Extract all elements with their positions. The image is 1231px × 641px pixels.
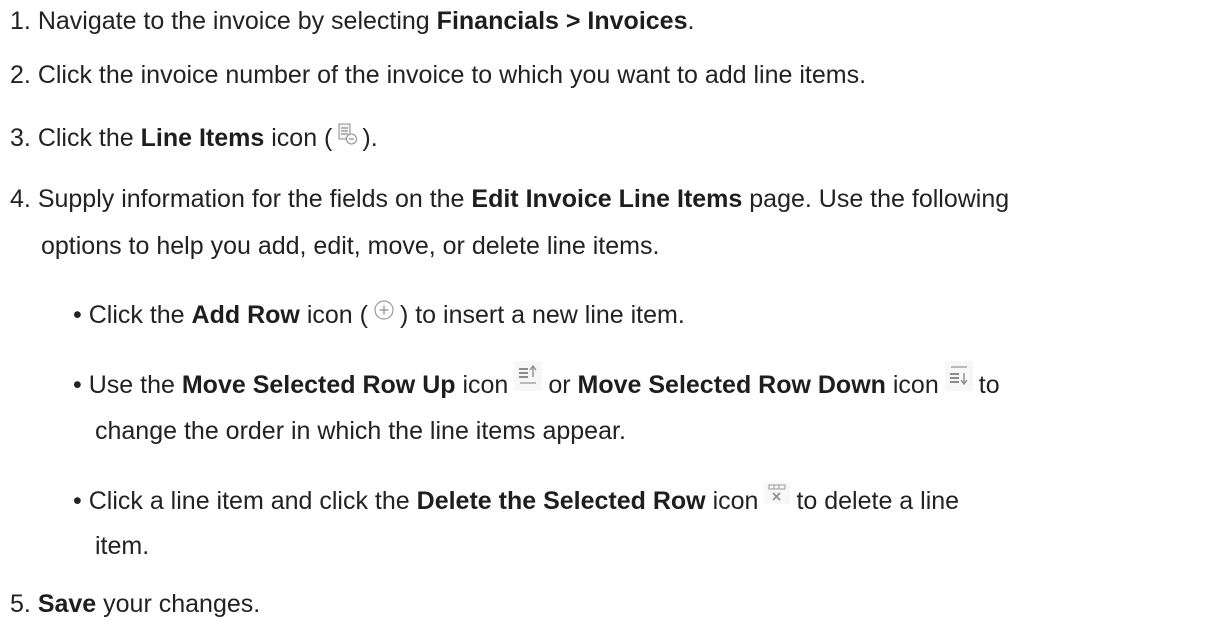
bullet-1-suffix: ) to insert a new line item. <box>399 301 685 329</box>
step-5-text: your changes. <box>103 590 261 618</box>
step-4-number: 4. <box>10 185 31 213</box>
add-row-label: Add Row <box>191 301 300 329</box>
bullet-1-icon-prefix: icon ( <box>306 301 368 329</box>
bullet-3-suffix: to delete a line <box>796 487 960 515</box>
line-items-icon <box>336 122 358 145</box>
bullet-2-marker: • <box>73 371 82 399</box>
bullet-2-text: Use the <box>88 371 175 399</box>
step-3-icon-prefix: icon ( <box>271 124 333 152</box>
bullet-3-text-line-2: item. <box>95 532 150 560</box>
move-row-down-icon <box>944 361 973 392</box>
step-2: 2. Click the invoice number of the invoi… <box>10 60 866 90</box>
delete-selected-row-label: Delete the Selected Row <box>416 487 706 515</box>
delete-row-icon <box>764 481 791 505</box>
step-3-suffix: ). <box>362 124 378 152</box>
bullet-2-to: to <box>978 371 1000 399</box>
bullet-1-marker: • <box>73 301 82 329</box>
bullet-2-icon-word-1: icon <box>462 371 509 399</box>
move-selected-row-down-label: Move Selected Row Down <box>577 371 886 399</box>
step-2-text: Click the invoice number of the invoice … <box>37 61 867 89</box>
bullet-delete-row: • Click a line item and click the Delete… <box>73 482 960 516</box>
step-1-number: 1. <box>10 7 31 35</box>
financials-invoices-path: Financials > Invoices <box>436 7 688 35</box>
bullet-2-or: or <box>548 371 571 399</box>
bullet-add-row: • Click the Add Row icon ( ) to insert a… <box>73 300 685 330</box>
step-4-line-2: options to help you add, edit, move, or … <box>41 231 659 261</box>
save-label: Save <box>37 590 97 618</box>
edit-invoice-line-items-label: Edit Invoice Line Items <box>471 185 743 213</box>
step-4-text: Supply information for the fields on the <box>37 185 465 213</box>
bullet-2-icon-word-2: icon <box>892 371 939 399</box>
step-4-line-1: 4. Supply information for the fields on … <box>10 184 1009 214</box>
add-row-icon <box>372 298 396 322</box>
bullet-3-icon-word: icon <box>712 487 759 515</box>
step-5: 5. Save your changes. <box>10 589 260 619</box>
bullet-2-line-2: change the order in which the line items… <box>95 416 626 446</box>
step-4-text-line-2: options to help you add, edit, move, or … <box>41 232 660 260</box>
move-row-up-icon <box>514 361 543 392</box>
step-4-text-continued: page. Use the following <box>749 185 1010 213</box>
line-items-label: Line Items <box>140 124 265 152</box>
step-3-number: 3. <box>10 124 31 152</box>
step-3-text: Click the <box>37 124 134 152</box>
bullet-1-text: Click the <box>88 301 185 329</box>
bullet-3-text: Click a line item and click the <box>88 487 410 515</box>
step-2-number: 2. <box>10 61 31 89</box>
bullet-2-text-line-2: change the order in which the line items… <box>95 417 626 445</box>
step-1: 1. Navigate to the invoice by selecting … <box>10 6 694 36</box>
bullet-move-row: • Use the Move Selected Row Up icon or M… <box>73 361 1000 401</box>
bullet-3-marker: • <box>73 487 82 515</box>
bullet-3-line-2: item. <box>95 531 149 561</box>
step-1-period: . <box>687 7 695 35</box>
step-5-number: 5. <box>10 590 31 618</box>
step-3: 3. Click the Line Items icon ( ). <box>10 123 378 153</box>
step-1-text: Navigate to the invoice by selecting <box>37 7 430 35</box>
move-selected-row-up-label: Move Selected Row Up <box>181 371 456 399</box>
